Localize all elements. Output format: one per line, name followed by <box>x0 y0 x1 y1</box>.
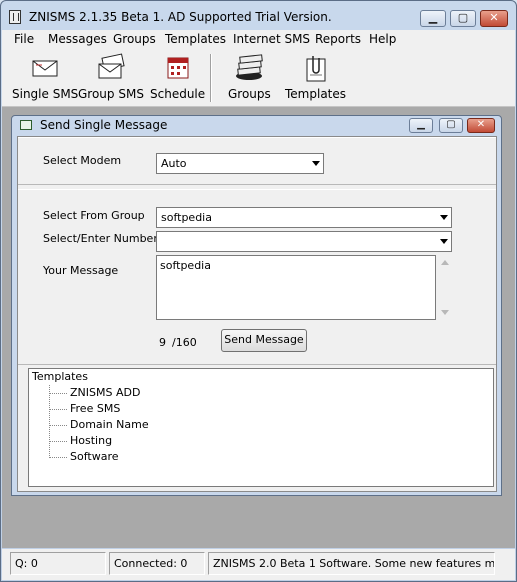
maximize-button[interactable]: ▢ <box>450 10 476 27</box>
child-close-button[interactable]: ✕ <box>467 118 495 133</box>
child-minimize-button[interactable]: ▁ <box>409 118 433 133</box>
group-select[interactable]: softpedia <box>156 207 452 228</box>
chevron-down-icon <box>440 215 448 220</box>
number-select[interactable] <box>156 231 452 252</box>
modem-label: Select Modem <box>43 154 122 167</box>
char-limit: /160 <box>172 336 197 349</box>
message-scrollbar[interactable] <box>437 255 453 321</box>
scroll-up-icon[interactable] <box>441 260 449 265</box>
group-value: softpedia <box>161 211 212 224</box>
toolbar-separator <box>210 54 212 102</box>
menu-file[interactable]: File <box>14 32 34 46</box>
child-window-title: Send Single Message <box>40 118 168 132</box>
group-label: Select From Group <box>43 209 145 222</box>
title-bar[interactable]: ZNISMS 2.1.35 Beta 1. AD Supported Trial… <box>1 1 516 31</box>
status-bar: Q: 0 Connected: 0 ZNISMS 2.0 Beta 1 Soft… <box>2 549 515 580</box>
envelope-icon <box>32 60 58 77</box>
child-title-bar[interactable]: Send Single Message ▁ ▢ ✕ <box>12 116 501 136</box>
group-sms-label: Group SMS <box>78 87 144 101</box>
tree-item-label: ZNISMS ADD <box>70 386 141 399</box>
char-count: 9 <box>159 336 166 349</box>
schedule-button[interactable]: Schedule <box>150 53 205 101</box>
message-textarea[interactable]: softpedia <box>156 255 449 320</box>
status-message: ZNISMS 2.0 Beta 1 Software. Some new fea… <box>208 552 495 575</box>
single-sms-label: Single SMS <box>12 87 79 101</box>
menu-bar: File Messages Groups Templates Internet … <box>2 30 515 49</box>
send-single-message-window: Send Single Message ▁ ▢ ✕ Select Modem A… <box>11 115 502 496</box>
calendar-icon <box>167 57 189 79</box>
child-maximize-button[interactable]: ▢ <box>439 118 463 133</box>
tree-item-label: Free SMS <box>70 402 121 415</box>
groups-button[interactable]: Groups <box>228 53 271 101</box>
templates-button[interactable]: Templates <box>285 53 346 101</box>
child-client-area: Select Modem Auto Select From Group soft… <box>17 136 497 492</box>
modem-select[interactable]: Auto <box>156 153 324 174</box>
menu-templates[interactable]: Templates <box>165 32 226 46</box>
message-group: Select From Group softpedia Select/Enter… <box>18 189 496 365</box>
tree-item-label: Domain Name <box>70 418 149 431</box>
tree-item-label: Hosting <box>70 434 113 447</box>
app-icon <box>9 10 21 24</box>
templates-tree[interactable]: Templates ZNISMS ADD Free SMS Domain Nam… <box>28 368 494 487</box>
status-connected: Connected: 0 <box>109 552 205 575</box>
modem-value: Auto <box>161 157 187 170</box>
schedule-label: Schedule <box>150 87 206 101</box>
main-window: ZNISMS 2.1.35 Beta 1. AD Supported Trial… <box>0 0 517 582</box>
templates-label: Templates <box>285 87 347 101</box>
stack-icon <box>236 54 264 80</box>
groups-label: Groups <box>228 87 271 101</box>
toolbar: Single SMS Group SMS Schedule Groups Tem… <box>2 49 515 107</box>
minimize-button[interactable]: ▁ <box>420 10 446 27</box>
menu-messages[interactable]: Messages <box>48 32 107 46</box>
single-sms-button[interactable]: Single SMS <box>12 53 78 101</box>
scroll-down-icon[interactable] <box>441 310 449 315</box>
tree-item-label: Software <box>70 450 119 463</box>
group-sms-button[interactable]: Group SMS <box>78 53 144 101</box>
close-button[interactable]: ✕ <box>480 10 508 27</box>
message-value: softpedia <box>160 259 211 272</box>
chevron-down-icon <box>440 239 448 244</box>
menu-help[interactable]: Help <box>369 32 396 46</box>
paperclip-doc-icon <box>306 56 325 82</box>
tree-root-templates[interactable]: Templates <box>32 370 88 383</box>
modem-group: Select Modem Auto <box>18 137 496 185</box>
message-label: Your Message <box>43 264 119 277</box>
status-queue: Q: 0 <box>10 552 106 575</box>
menu-reports[interactable]: Reports <box>315 32 361 46</box>
menu-internet-sms[interactable]: Internet SMS <box>233 32 310 46</box>
number-label: Select/Enter Number <box>43 232 158 245</box>
window-title: ZNISMS 2.1.35 Beta 1. AD Supported Trial… <box>29 10 332 24</box>
tree-connector <box>49 385 50 458</box>
envelopes-icon <box>98 53 125 79</box>
menu-groups[interactable]: Groups <box>113 32 156 46</box>
chevron-down-icon <box>312 161 320 166</box>
send-message-button[interactable]: Send Message <box>221 329 307 352</box>
message-window-icon <box>20 120 32 130</box>
